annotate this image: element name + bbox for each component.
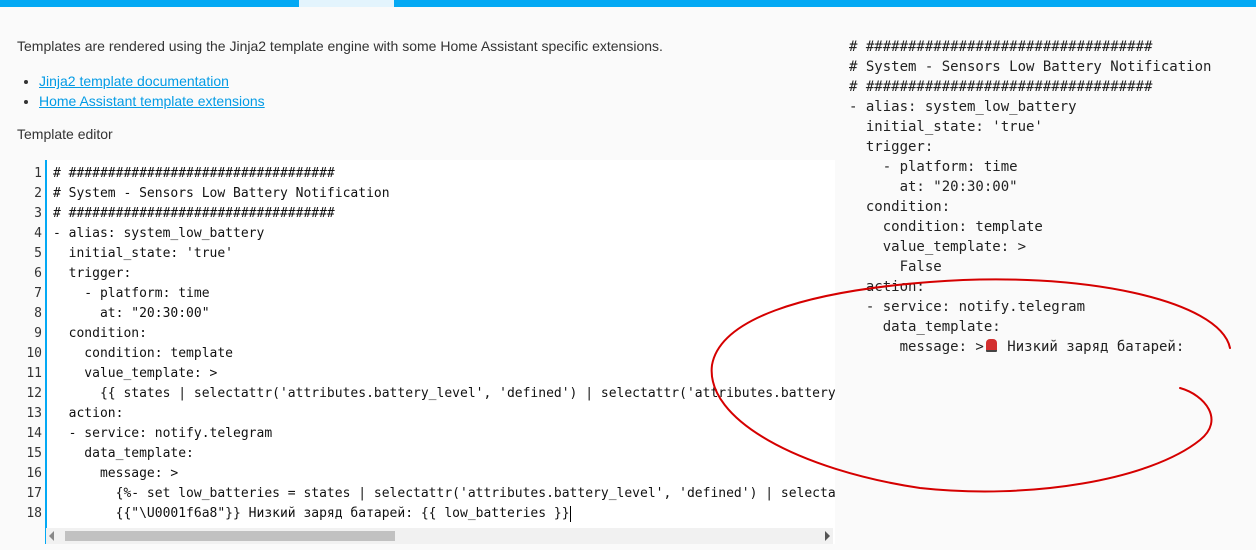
hand-drawn-circle-annotation [710, 278, 1231, 493]
